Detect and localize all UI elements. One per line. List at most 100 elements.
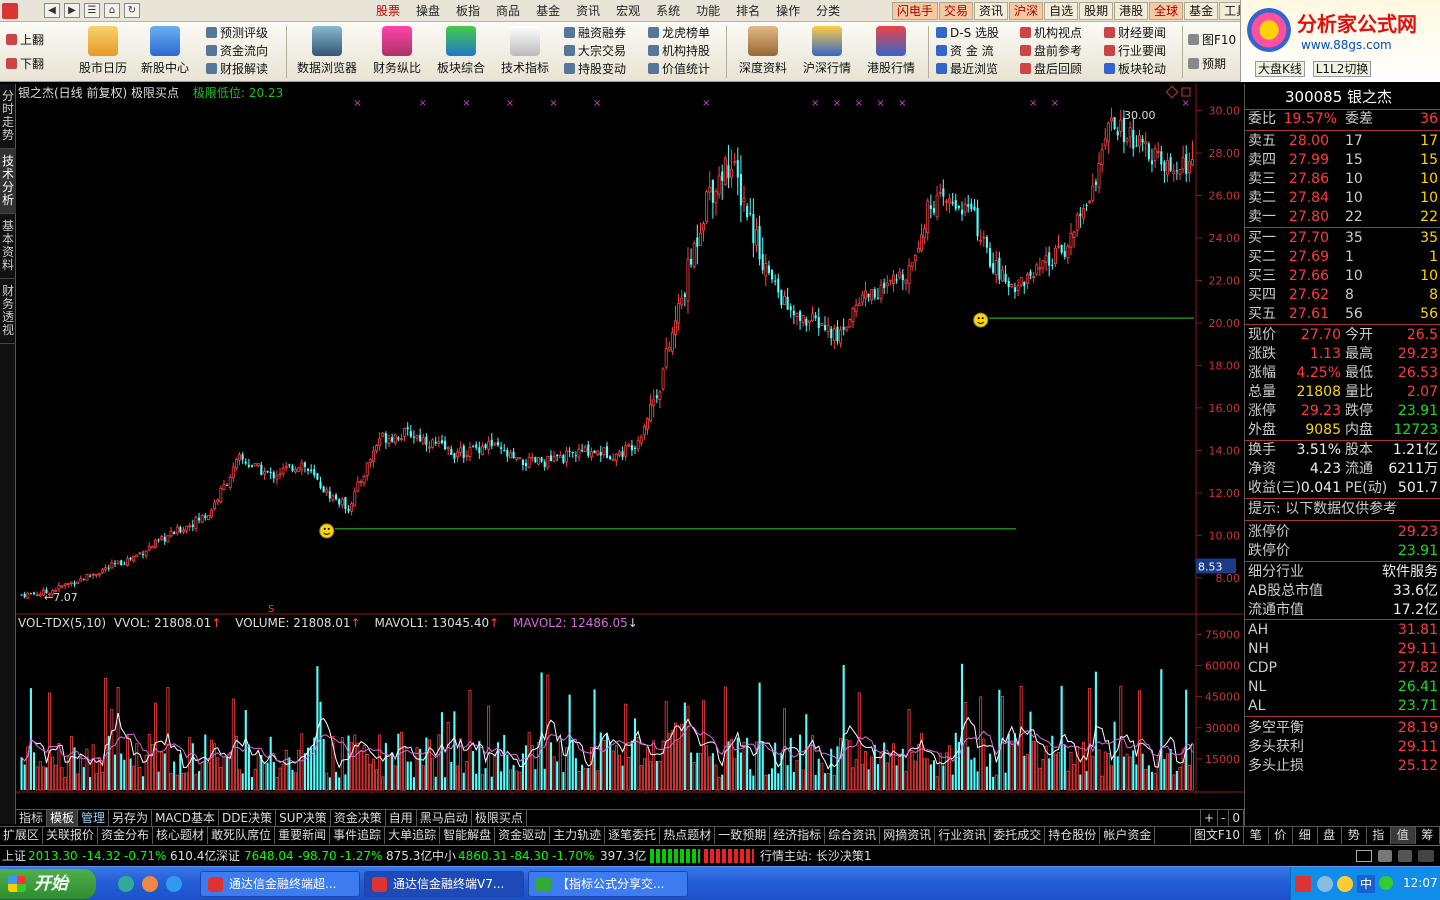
right-tab[interactable]: 价 <box>1269 827 1293 844</box>
zoom-reset-button[interactable]: 0 <box>1229 810 1244 826</box>
menu-item[interactable]: 宏观 <box>608 0 648 22</box>
ext-tab[interactable]: 行业资讯 <box>935 827 991 844</box>
report-button[interactable]: 财报解读 <box>206 61 268 78</box>
network-icon[interactable] <box>1317 876 1333 892</box>
dragon-tiger-button[interactable]: 龙虎榜单 <box>648 25 710 42</box>
tab-hk[interactable]: 港股 <box>1114 2 1149 20</box>
menu-item[interactable]: 操盘 <box>408 0 448 22</box>
ipo-center-button[interactable]: 新股中心 <box>130 24 200 76</box>
premarket-button[interactable]: 盘前参考 <box>1020 43 1082 60</box>
f10-text-button[interactable]: 图文F10 <box>1189 827 1244 844</box>
start-button[interactable]: 开始 <box>0 869 96 899</box>
tab-trade[interactable]: 交易 <box>939 2 974 20</box>
forward-button[interactable]: ▶ <box>64 3 80 18</box>
ext-tab[interactable]: 一致预期 <box>715 827 771 844</box>
value-stats-button[interactable]: 价值统计 <box>648 61 710 78</box>
hk-quote-button[interactable]: 港股行情 <box>856 24 926 76</box>
quicklaunch-icon[interactable] <box>118 876 134 892</box>
settings-icon[interactable] <box>1398 850 1412 862</box>
home-icon[interactable]: ⌂ <box>104 3 120 18</box>
menu-item[interactable]: 功能 <box>688 0 728 22</box>
tab-technical[interactable]: 技术分析 <box>0 149 16 214</box>
tab-intraday[interactable]: 分时走势 <box>0 84 16 149</box>
calendar-button[interactable]: 股市日历 <box>68 24 138 76</box>
right-tab[interactable]: 指 <box>1367 827 1391 844</box>
institution-holding-button[interactable]: 机构持股 <box>648 43 710 60</box>
tray-app-icon[interactable] <box>1295 876 1311 892</box>
taskbar-item[interactable]: 【指标公式分享交... <box>528 871 688 897</box>
right-tab[interactable]: 笔 <box>1244 827 1269 844</box>
ext-tab[interactable]: 持仓股份 <box>1045 827 1101 844</box>
tab-indicator[interactable]: 指标 <box>16 810 48 826</box>
tab-funds[interactable]: 基金 <box>1184 2 1219 20</box>
menu-item[interactable]: 商品 <box>488 0 528 22</box>
menu-item[interactable]: 操作 <box>768 0 808 22</box>
recent-browse-button[interactable]: 最近浏览 <box>936 61 998 78</box>
right-tab[interactable]: 势 <box>1342 827 1367 844</box>
chart-area[interactable]: 30.00 28.00 26.00 24.00 22.00 20.00 18.00 16.00… <box>16 84 1244 794</box>
ext-tab[interactable]: 经济指标 <box>770 827 826 844</box>
zoom-in-button[interactable]: + <box>1199 810 1219 826</box>
right-tab[interactable]: 盘 <box>1318 827 1342 844</box>
tab-macd[interactable]: MACD基本 <box>152 810 220 826</box>
sector-rotation-button[interactable]: 板块轮动 <box>1104 61 1166 78</box>
ext-tab[interactable]: 主力轨迹 <box>550 827 606 844</box>
sector-button[interactable]: 板块综合 <box>426 24 496 76</box>
menu-icon[interactable]: ☰ <box>84 3 100 18</box>
ext-tab[interactable]: 重要新闻 <box>275 827 331 844</box>
forecast-button[interactable]: 预测评级 <box>206 25 268 42</box>
back-button[interactable]: ◀ <box>44 3 60 18</box>
forecast2-button[interactable]: 预期 <box>1188 56 1226 73</box>
fund-stream-button[interactable]: 资 金 流 <box>936 43 994 60</box>
menu-item[interactable]: 资讯 <box>568 0 608 22</box>
tab-hushen[interactable]: 沪深 <box>1009 2 1044 20</box>
menu-item-stocks[interactable]: 股票 <box>368 0 408 22</box>
ext-tab[interactable]: 扩展区 <box>0 827 44 844</box>
fund-flow-button[interactable]: 资金流向 <box>206 43 268 60</box>
quicklaunch-icon[interactable] <box>142 876 158 892</box>
refresh-icon[interactable]: ↻ <box>124 3 140 18</box>
finance-news-button[interactable]: 财经要闻 <box>1104 25 1166 42</box>
inst-view-button[interactable]: 机构视点 <box>1020 25 1082 42</box>
tab-watchlist[interactable]: 自选 <box>1044 2 1079 20</box>
tab-save-as[interactable]: 另存为 <box>109 810 153 826</box>
ext-tab[interactable]: 智能解盘 <box>440 827 496 844</box>
page-up-button[interactable]: 上翻 <box>6 32 44 49</box>
market-kline-button[interactable]: 大盘K线 <box>1255 61 1305 77</box>
right-tab[interactable]: 值 <box>1391 827 1416 844</box>
ds-pick-button[interactable]: D-S 选股 <box>936 25 999 42</box>
menu-item[interactable]: 基金 <box>528 0 568 22</box>
tab-financial[interactable]: 财务透视 <box>0 279 16 344</box>
tab-sup[interactable]: SUP决策 <box>276 810 331 826</box>
menu-item[interactable]: 排名 <box>728 0 768 22</box>
menu-item[interactable]: 板指 <box>448 0 488 22</box>
tab-dde[interactable]: DDE决策 <box>219 810 277 826</box>
tab-dark-horse[interactable]: 黑马启动 <box>417 810 472 826</box>
ext-tab[interactable]: 核心题材 <box>153 827 209 844</box>
ext-tab[interactable]: 委托成交 <box>990 827 1046 844</box>
mail-icon[interactable] <box>1356 850 1372 862</box>
right-tab[interactable]: 细 <box>1293 827 1318 844</box>
ext-tab[interactable]: 大单追踪 <box>385 827 441 844</box>
tab-lightning[interactable]: 闪电手 <box>892 2 939 20</box>
l1l2-switch-button[interactable]: L1L2切换 <box>1312 61 1372 77</box>
margin-button[interactable]: 融资融券 <box>564 25 626 42</box>
tab-extreme-buy[interactable]: 极限买点 <box>472 810 527 826</box>
holding-change-button[interactable]: 持股变动 <box>564 61 626 78</box>
deep-data-button[interactable]: 深度资料 <box>728 24 798 76</box>
server-station[interactable]: 行情主站: 长沙决策1 <box>760 846 872 866</box>
ext-tab[interactable]: 帐户资金 <box>1100 827 1156 844</box>
ext-tab[interactable]: 资金分布 <box>98 827 154 844</box>
block-trade-button[interactable]: 大宗交易 <box>564 43 626 60</box>
ext-tab[interactable]: 网摘资讯 <box>880 827 936 844</box>
ext-tab[interactable]: 敢死队席位 <box>208 827 276 844</box>
sh-value[interactable]: 2013.30 <box>28 846 78 866</box>
zx-value[interactable]: 4860.31 <box>458 846 508 866</box>
right-tab[interactable]: 筹 <box>1416 827 1440 844</box>
kline-chart[interactable]: 30.00 28.00 26.00 24.00 22.00 20.00 18.00 16.00… <box>16 84 1244 794</box>
tray-status-icon[interactable] <box>1379 876 1393 890</box>
industry-news-button[interactable]: 行业要闻 <box>1104 43 1166 60</box>
tab-fund-decision[interactable]: 资金决策 <box>331 810 386 826</box>
ext-tab[interactable]: 关联报价 <box>43 827 99 844</box>
tab-template[interactable]: 模板 <box>47 810 79 826</box>
